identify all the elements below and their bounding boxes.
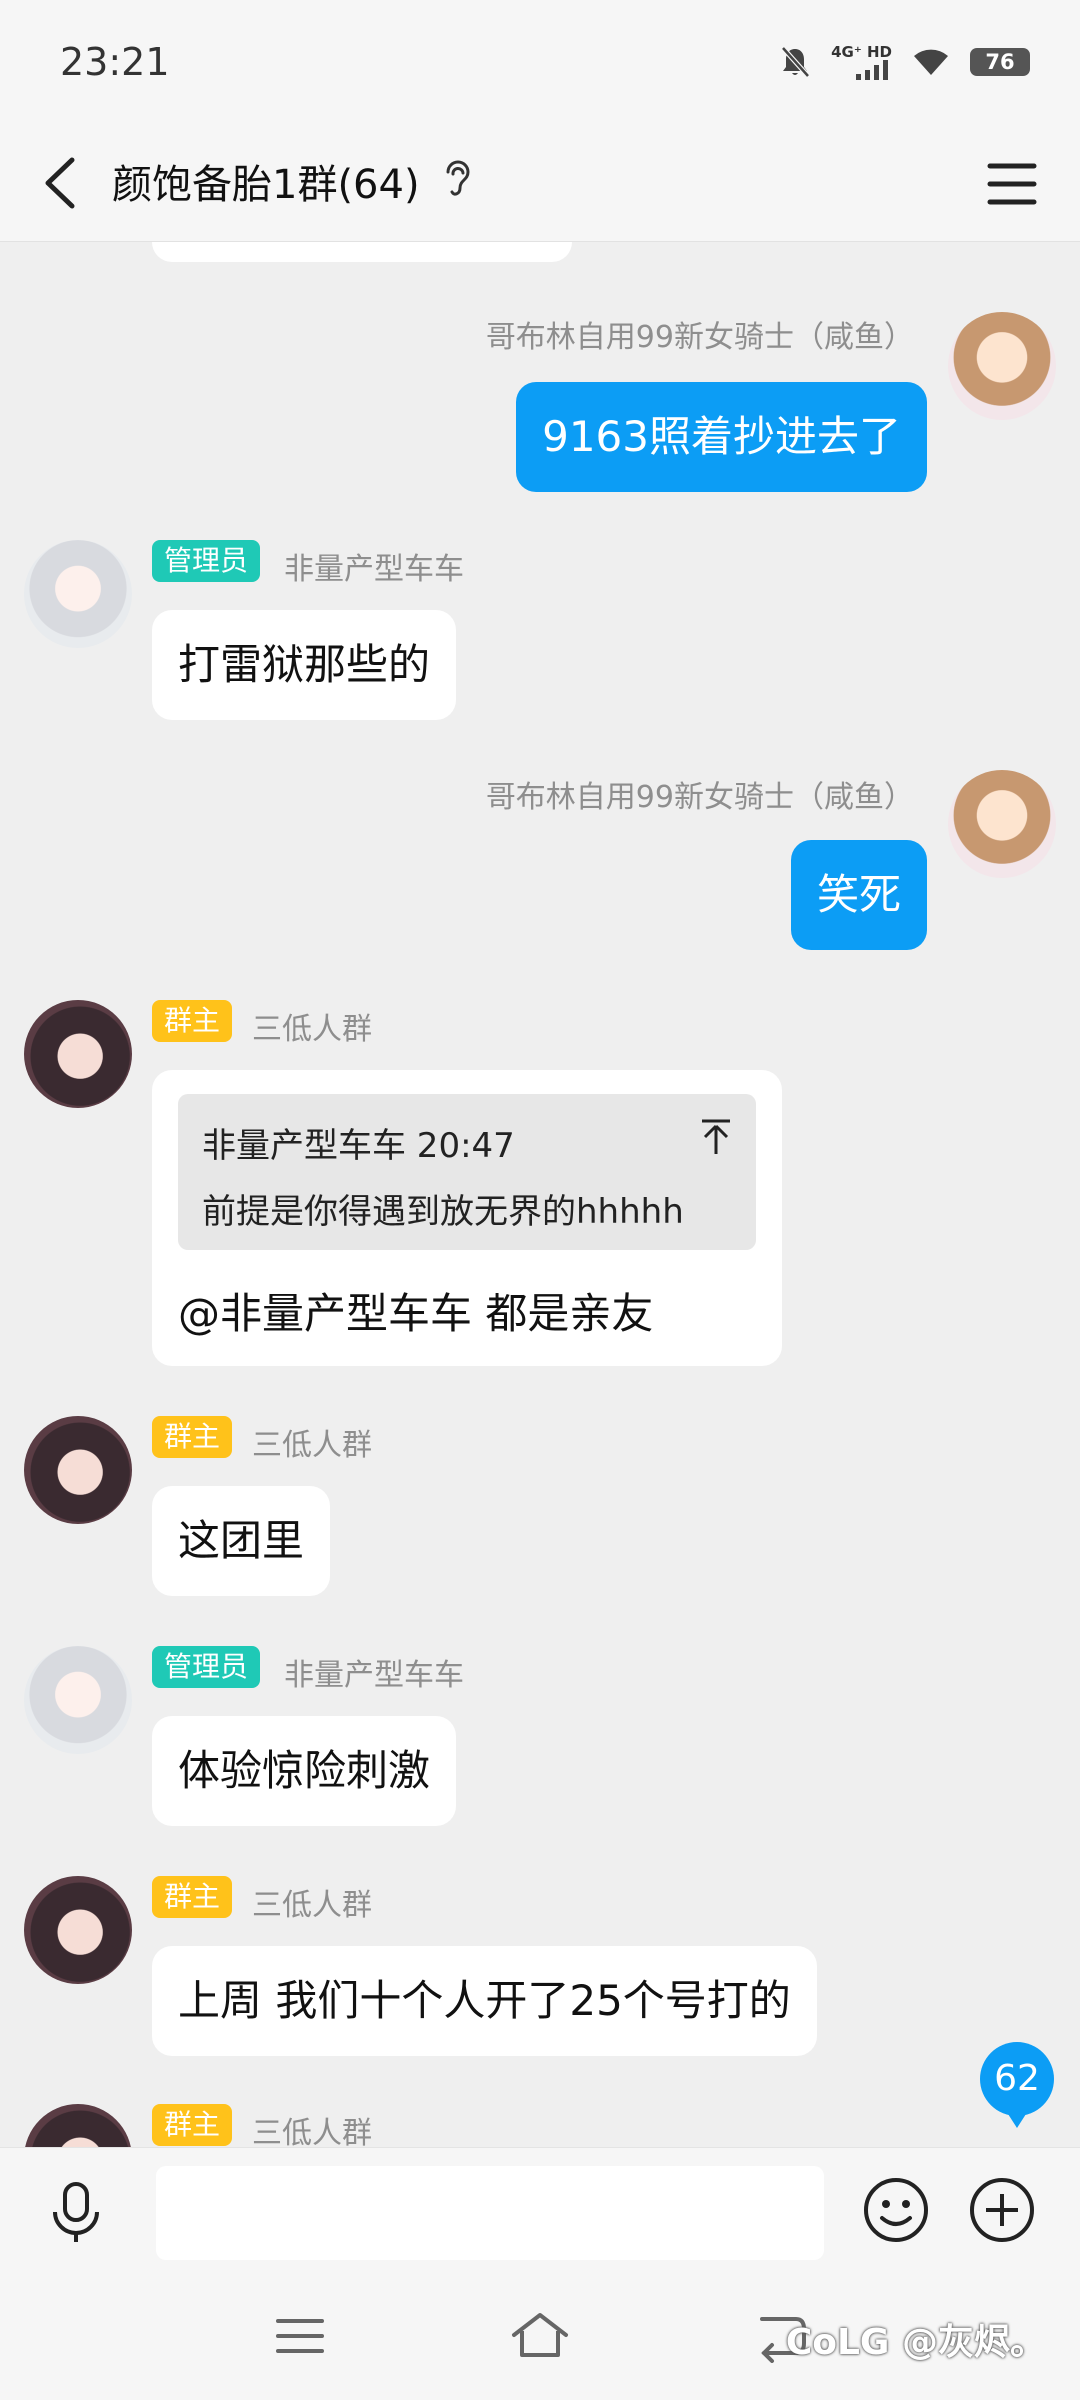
title-bar: 颜饱备胎1群(64) (0, 124, 1080, 242)
signal-indicator: 4G⁺ HD (831, 44, 892, 80)
sender-name: 非量产型车车 (284, 1658, 464, 1693)
ear-icon[interactable] (440, 156, 474, 202)
network-label: 4G⁺ HD (831, 43, 892, 61)
avatar[interactable] (948, 312, 1056, 420)
mute-bell-icon (781, 46, 810, 78)
plus-icon[interactable] (966, 2174, 1038, 2246)
message-bubble[interactable]: 笑死 (790, 840, 927, 950)
role-badge-owner: 群主 (152, 1416, 233, 1458)
message-bubble-partial[interactable] (152, 242, 572, 262)
sender-name: 哥布林自用99新女骑士（咸鱼） (485, 780, 914, 815)
chat-title[interactable]: 颜饱备胎1群(64) (112, 152, 420, 210)
watermark: CoLG @灰烬。 (785, 2322, 1046, 2363)
sender-name: 三低人群 (252, 1428, 372, 1463)
role-badge-admin: 管理员 (152, 540, 261, 582)
status-icons: 4G⁺ HD 76 (779, 44, 1030, 80)
sender-name: 三低人群 (252, 2116, 372, 2147)
battery-indicator: 76 (970, 48, 1030, 76)
input-bar (0, 2147, 1080, 2275)
signal-icon (856, 60, 888, 80)
microphone-icon[interactable] (40, 2176, 112, 2248)
avatar[interactable] (24, 1416, 132, 1524)
avatar[interactable] (24, 2104, 132, 2147)
nav-home-icon[interactable] (508, 2309, 572, 2363)
quoted-message[interactable]: 非量产型车车 20:47 前提是你得遇到放无界的hhhhh (178, 1094, 756, 1250)
avatar[interactable] (24, 1000, 132, 1108)
avatar[interactable] (948, 770, 1056, 878)
unread-count-badge[interactable]: 62 (980, 2042, 1054, 2128)
role-badge-admin: 管理员 (152, 1646, 261, 1688)
message-bubble[interactable]: 体验惊险刺激 (152, 1716, 457, 1826)
message-bubble[interactable]: 这团里 (152, 1486, 331, 1596)
avatar[interactable] (24, 1876, 132, 1984)
system-nav-bar: CoLG @灰烬。 (0, 2275, 1080, 2400)
back-button[interactable] (36, 150, 96, 216)
menu-button[interactable] (980, 152, 1044, 216)
sender-name: 哥布林自用99新女骑士（咸鱼） (485, 320, 914, 355)
role-badge-owner: 群主 (152, 1876, 233, 1918)
avatar[interactable] (24, 1646, 132, 1754)
sender-name: 三低人群 (252, 1012, 372, 1047)
status-bar: 23:21 4G⁺ HD 76 (0, 0, 1080, 124)
role-badge-owner: 群主 (152, 1000, 233, 1042)
avatar[interactable] (24, 540, 132, 648)
back-arrow-icon (45, 157, 75, 209)
quoted-message-header: 非量产型车车 20:47 (202, 1126, 515, 1166)
message-input[interactable] (156, 2166, 824, 2260)
wifi-icon (914, 49, 948, 75)
quoted-message-text: 前提是你得遇到放无界的hhhhh (202, 1192, 684, 1232)
emoji-icon[interactable] (860, 2174, 932, 2246)
message-bubble[interactable]: 上周 我们十个人开了25个号打的 (152, 1946, 817, 2056)
status-time: 23:21 (60, 40, 170, 84)
message-bubble[interactable]: 打雷狱那些的 (152, 610, 457, 720)
sender-name: 非量产型车车 (284, 552, 464, 587)
message-bubble[interactable]: 9163照着抄进去了 (516, 382, 927, 492)
sender-name: 三低人群 (252, 1888, 372, 1923)
chat-message-list[interactable]: 哥布林自用99新女骑士（咸鱼） 9163照着抄进去了 管理员 非量产型车车 打雷… (0, 242, 1080, 2147)
jump-to-quote-icon[interactable] (700, 1118, 732, 1156)
message-bubble[interactable]: 非量产型车车 20:47 前提是你得遇到放无界的hhhhh @非量产型车车 都是… (152, 1070, 782, 1366)
message-text: @非量产型车车 都是亲友 (178, 1289, 654, 1338)
nav-menu-icon[interactable] (270, 2309, 330, 2363)
role-badge-owner: 群主 (152, 2104, 233, 2146)
menu-icon (987, 163, 1037, 205)
